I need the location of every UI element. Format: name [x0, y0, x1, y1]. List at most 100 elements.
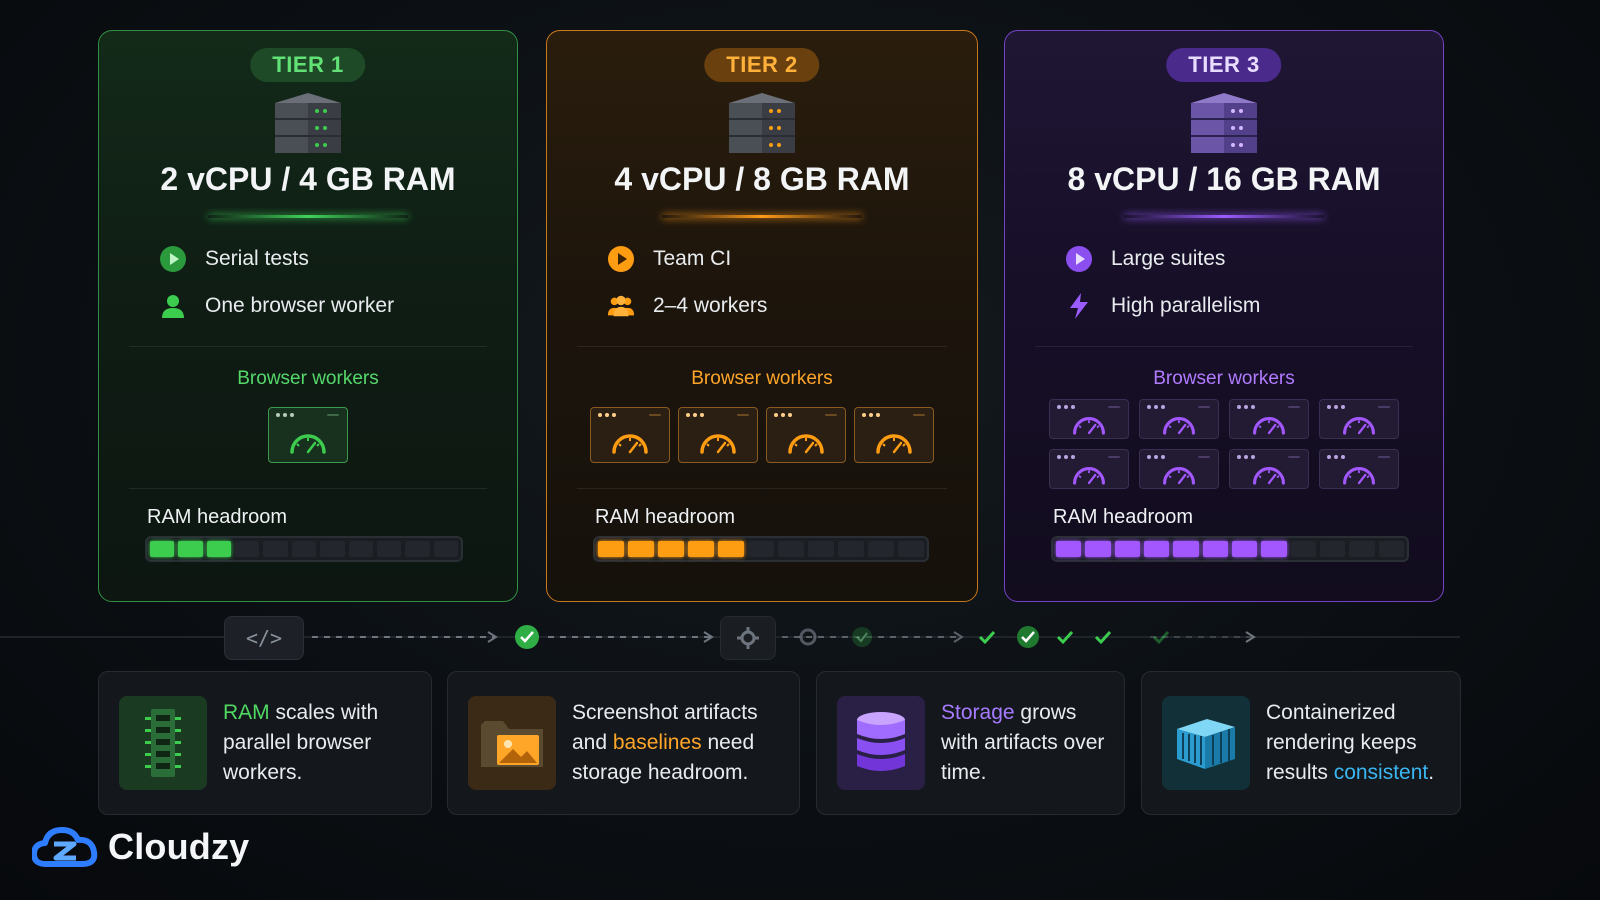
- ram-segment: [376, 541, 402, 557]
- browser-worker-window: [854, 407, 934, 463]
- worker-grid: [547, 407, 977, 463]
- feature-label: Large suites: [1111, 247, 1226, 270]
- cloud-logo-icon: [32, 827, 98, 867]
- brand-name: Cloudzy: [108, 826, 250, 867]
- browser-worker-window: [590, 407, 670, 463]
- ram-segment: [1290, 541, 1316, 557]
- gauge-icon: [1343, 467, 1375, 485]
- users-group-icon: [607, 292, 635, 320]
- ram-segment: [348, 541, 373, 557]
- gauge-icon: [1073, 417, 1105, 435]
- server-icon: [275, 93, 341, 153]
- info-highlight: baselines: [612, 731, 702, 754]
- ram-segment: [235, 541, 260, 557]
- tier-3-card: TIER 3 8 vCPU / 16 GB RAM Large suites H…: [1004, 30, 1444, 602]
- divider: [129, 346, 487, 347]
- ram-segment: [1114, 541, 1140, 557]
- ram-headroom-label: RAM headroom: [1053, 506, 1194, 528]
- browser-worker-window: [1229, 449, 1309, 489]
- browser-workers-label: Browser workers: [237, 368, 379, 389]
- ram-segment: [1056, 541, 1082, 557]
- feature-item: Serial tests: [159, 245, 309, 273]
- browser-worker-window: [678, 407, 758, 463]
- play-icon: [159, 245, 187, 273]
- ram-segment: [1231, 541, 1258, 557]
- ram-segment: [206, 541, 232, 557]
- feature-label: Serial tests: [205, 247, 309, 270]
- feature-label: 2–4 workers: [653, 294, 768, 317]
- check-icon: [515, 625, 539, 649]
- browser-worker-window: [1049, 399, 1129, 439]
- gauge-icon: [1163, 467, 1195, 485]
- gauge-icon: [1253, 417, 1285, 435]
- ram-segment: [1261, 541, 1287, 557]
- info-card-ram: RAM scales with parallel browser workers…: [98, 671, 432, 815]
- ram-segment: [628, 541, 654, 557]
- ram-segment: [1143, 541, 1170, 557]
- info-highlight: consistent: [1333, 761, 1429, 784]
- ram-segment: [405, 541, 430, 557]
- check-icon: [1017, 626, 1039, 648]
- tier-spec: 2 vCPU / 4 GB RAM: [160, 161, 456, 197]
- ram-segment: [263, 541, 288, 557]
- ram-segment: [748, 541, 774, 557]
- ram-headroom-label: RAM headroom: [147, 506, 288, 528]
- ram-segment: [598, 541, 624, 557]
- gauge-icon: [876, 434, 912, 454]
- info-body: .: [1428, 761, 1435, 784]
- info-card-container: Containerized rendering keeps results co…: [1141, 671, 1461, 815]
- server-icon: [729, 93, 795, 153]
- browser-worker-window: [1319, 399, 1399, 439]
- ram-headroom-bar: [145, 536, 463, 562]
- tier-badge: TIER 2: [704, 48, 820, 82]
- brand-logo: Cloudzy: [32, 824, 249, 870]
- browser-worker-window: [1139, 449, 1219, 489]
- ram-segment: [1378, 541, 1404, 557]
- divider: [577, 488, 947, 489]
- gauge-icon: [612, 434, 648, 454]
- divider: [129, 488, 487, 489]
- gauge-icon: [1343, 417, 1375, 435]
- feature-item: Large suites: [1065, 245, 1225, 273]
- feature-label: Team CI: [653, 247, 732, 270]
- feature-item: 2–4 workers: [607, 292, 767, 320]
- divider: [1035, 346, 1413, 347]
- tier-1-card: TIER 1 2 vCPU / 4 GB RAM Serial tests On…: [98, 30, 518, 602]
- user-icon: [159, 292, 187, 320]
- play-icon: [1065, 245, 1093, 273]
- ram-segment: [688, 541, 714, 557]
- code-icon: </>: [224, 616, 304, 660]
- info-card-artifacts: Screenshot artifacts and baselines need …: [447, 671, 800, 815]
- ram-segment: [1349, 541, 1375, 557]
- tier-2-card: TIER 2 4 vCPU / 8 GB RAM Team CI 2–4 wor…: [546, 30, 978, 602]
- info-card-storage: Storage grows with artifacts over time.: [816, 671, 1125, 815]
- feature-item: High parallelism: [1065, 292, 1260, 320]
- gauge-icon: [788, 434, 824, 454]
- accent-line: [1124, 215, 1324, 218]
- ram-segment: [1085, 541, 1111, 557]
- check-icon: [852, 627, 872, 647]
- play-icon: [607, 245, 635, 273]
- ram-segment: [150, 541, 175, 557]
- ram-segment: [1319, 541, 1346, 557]
- ram-segment: [718, 541, 744, 557]
- worker-grid: [1045, 399, 1403, 489]
- feature-item: Team CI: [607, 245, 731, 273]
- ram-segment: [898, 541, 924, 557]
- lightning-icon: [1065, 292, 1093, 320]
- info-text: Screenshot artifacts and baselines need …: [572, 698, 785, 788]
- browser-worker-window: [1319, 449, 1399, 489]
- gauge-icon: [290, 434, 326, 454]
- ram-segment: [658, 541, 684, 557]
- gear-icon: [720, 616, 776, 660]
- ram-headroom-bar: [1051, 536, 1409, 562]
- gauge-icon: [1253, 467, 1285, 485]
- info-text: Containerized rendering keeps results co…: [1266, 698, 1446, 788]
- browser-workers-label: Browser workers: [691, 368, 833, 389]
- ram-headroom-bar: [593, 536, 929, 562]
- accent-line: [208, 215, 408, 218]
- feature-label: One browser worker: [205, 294, 395, 317]
- browser-worker-window: [268, 407, 348, 463]
- tier-spec: 4 vCPU / 8 GB RAM: [614, 161, 910, 197]
- ram-segment: [778, 541, 804, 557]
